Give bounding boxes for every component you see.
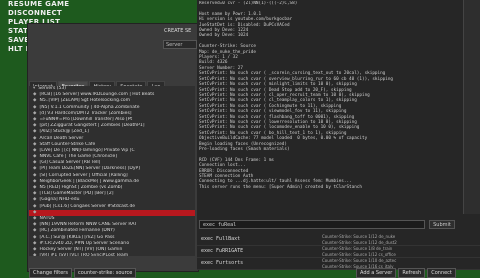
server-name: NNVL Cafe | The Game [Chronicle] <box>39 154 118 160</box>
lock-icon: ◆ <box>33 234 37 240</box>
menu-item[interactable]: RESUME GAME <box>8 0 158 9</box>
server-name: =FuNN#=Pro [Downhill Transfer] Also [Pt <box>39 116 133 122</box>
server-name: [Pub] [Cs1.6] Congaes Server #Stdcast.de <box>39 203 136 209</box>
lock-icon: ◆ <box>33 185 37 190</box>
lock-icon: ◆ <box>33 98 37 104</box>
menu-item[interactable]: DISCONNECT <box>8 9 158 18</box>
server-name: [SI] Corrupted Server | Official [Rallin… <box>39 172 128 178</box>
server-name: [VR] #1 [SV] [VL] TRO Sync#Lost Team <box>39 253 129 256</box>
server-name: [Pl] Team DoZE[NN] Server [Darkness] [Dy… <box>39 166 140 172</box>
lock-icon: ◆ <box>33 209 37 215</box>
lock-icon: ◆ <box>33 92 37 98</box>
autocomplete-text: exec Furtsorts <box>201 260 244 266</box>
autocomplete-text: exec FuRR1GATE <box>201 248 244 254</box>
lock-icon: ▾ <box>33 86 36 91</box>
lock-icon: ◆ <box>33 197 37 203</box>
console-scrollbar[interactable] <box>463 0 480 214</box>
server-name: [d] V3 Hardcom/DMT2 Tracker [Zombies] <box>39 110 132 116</box>
lock-icon: ◆ <box>33 129 37 135</box>
server-list[interactable]: ▾ Servers (53) ◆ [RCB] [16 Server] www.IRDL… <box>29 86 195 256</box>
server-name: Staff Counter-Strike Cafe <box>39 141 96 147</box>
server-name: Servers (53) <box>38 86 67 91</box>
server-name: [AllZ] Stuck@ [Zed_1] <box>39 129 89 135</box>
developer-console: Reserved=0 cvr - (Zl)NN(1)-(((-2)C,S8) H… <box>197 0 480 270</box>
server-name: [GI] Casual Server [RB Tell] <box>39 160 101 166</box>
lock-icon: ◆ <box>33 104 37 110</box>
lock-icon: ◆ <box>33 154 37 160</box>
lock-icon: ◆ <box>33 135 37 141</box>
server-name: [RC] Zombinated Fernanne (DNY) <box>39 228 115 234</box>
lock-icon: ◆ <box>33 110 37 116</box>
server-name: NeighborGeek | [BlackMe] | www.gamma.de <box>39 178 139 184</box>
lock-icon: ◆ <box>33 123 37 129</box>
server-name: [pit] ZZiggurat Gangstert | Zombies [Dea… <box>39 123 145 129</box>
server-name: [A.C.] Sur@ [KIKLE] [rkZ] Go Pass <box>39 234 115 240</box>
server-name: N5..[VIP] [ZELAM] Sgt Hotelsocking.com <box>39 98 131 104</box>
lock-icon: ◆ <box>33 228 37 234</box>
lock-icon: ◆ <box>33 166 37 172</box>
submit-button[interactable]: Submit <box>429 220 455 229</box>
server-name: [LiVe] De | [c] NN[Flamingo] Private Vip… <box>39 147 135 153</box>
lock-icon: ◆ <box>33 116 37 122</box>
console-log: Reserved=0 cvr - (Zl)NN(1)-(((-2)C,S8) H… <box>199 1 394 190</box>
lock-icon: ◆ <box>33 253 37 256</box>
server-name: N5 [RED] HighSt | Zombie (vs Zomb) <box>39 185 123 190</box>
autocomplete-text: exec FullBaxt <box>201 236 241 242</box>
lock-icon: ◆ <box>33 141 37 147</box>
server-name: [Gagna] NHD-edu <box>39 197 80 203</box>
server-name: NATUS <box>39 215 55 221</box>
server-name: #:CR:2v40 ZD, P#N Up Server Scenario <box>39 240 130 246</box>
lock-icon: ◆ <box>33 178 37 184</box>
create-server-label[interactable]: CREATE SE <box>164 28 191 34</box>
server-name: [NN] 19VNN Reform NNW CANE Server RAT <box>39 222 137 228</box>
console-input[interactable]: exec fuReal <box>199 220 425 229</box>
lock-icon: ◆ <box>33 240 37 246</box>
browser-bottom-bar: Change filters counter-strike: source <box>29 259 195 278</box>
server-name: Hockey Server [NT] [VV] (ON) Gamin <box>39 246 123 252</box>
action-buttons: Add a Server Refresh Connect <box>356 259 480 278</box>
server-name: Arcall Death Server <box>39 135 84 141</box>
lock-icon: ◆ <box>33 203 37 209</box>
browser-tabs: InternetFavoritesHistorySpectateLan <box>29 73 166 92</box>
server-name: [N5] V.1.1 Community | 40-Alpha Zombinat… <box>39 104 140 110</box>
lock-icon: ◆ <box>33 147 37 153</box>
server-field[interactable]: Server <box>163 40 197 49</box>
server-name: [TCB] GameMaster [PD] [Ber] [2] <box>39 191 114 197</box>
lock-icon: ◆ <box>33 191 37 197</box>
list-item[interactable]: ◆ [VR] #1 [SV] [VL] TRO Sync#Lost Team <box>29 253 195 256</box>
lock-icon: ◆ <box>33 160 37 166</box>
lock-icon: ◆ <box>33 246 37 252</box>
lock-icon: ◆ <box>33 215 37 221</box>
server-name: [RCB] [16 Server] www.IRDLounge.com | Ho… <box>39 92 155 98</box>
lock-icon: ◆ <box>33 222 37 228</box>
lock-icon: ◆ <box>33 172 37 178</box>
